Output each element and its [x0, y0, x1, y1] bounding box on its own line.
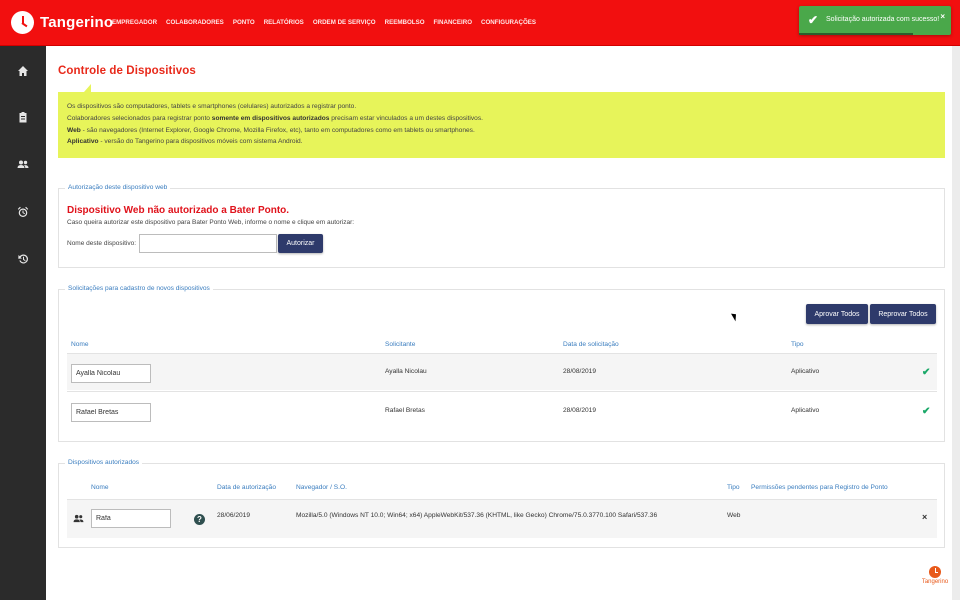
approve-all-button[interactable]: Aprovar Todos: [806, 304, 868, 324]
info-pointer: [84, 84, 91, 92]
nav-ordem-de-servico[interactable]: ORDEM DE SERVIÇO: [313, 19, 376, 26]
col-header-navegador[interactable]: Navegador / S.O.: [296, 484, 347, 491]
request-date: 28/08/2019: [563, 407, 597, 414]
request-date: 28/08/2019: [563, 368, 597, 375]
clock-logo-icon: [11, 11, 34, 34]
page-title: Controle de Dispositivos: [58, 65, 196, 77]
info-line-4: Aplicativo - versão do Tangerino para di…: [67, 136, 936, 148]
device-type: Web: [727, 512, 741, 519]
sidebar: [0, 46, 46, 600]
footer-brand: Tangerino: [921, 579, 949, 585]
col-header-data-autorizacao[interactable]: Data de autorização: [217, 484, 276, 491]
info-line-3: Web - são navegadores (Internet Explorer…: [67, 125, 936, 137]
nav-ponto[interactable]: PONTO: [233, 19, 255, 26]
nav-configuracoes[interactable]: CONFIGURAÇÕES: [481, 19, 536, 26]
authorize-button[interactable]: Autorizar: [278, 234, 323, 253]
info-line-2-bold: somente em dispositivos autorizados: [211, 114, 330, 122]
browser-user-agent: Mozilla/5.0 (Windows NT 10.0; Win64; x64…: [296, 512, 658, 519]
table-row: ? 28/06/2019 Mozilla/5.0 (Windows NT 10.…: [67, 500, 937, 538]
info-box: Os dispositivos são computadores, tablet…: [58, 92, 945, 158]
table-row: Rafael Bretas 28/08/2019 Aplicativo ✔: [67, 392, 937, 428]
info-line-4-text: - versão do Tangerino para dispositivos …: [98, 138, 303, 146]
col-header-permissoes[interactable]: Permissões pendentes para Registro de Po…: [751, 484, 888, 491]
nav-financeiro[interactable]: FINANCEIRO: [434, 19, 473, 26]
col-header-nome[interactable]: Nome: [71, 341, 89, 348]
request-name-input[interactable]: [71, 364, 151, 383]
help-icon[interactable]: ?: [194, 514, 205, 525]
authorized-devices-panel: Dispositivos autorizados Nome Data de au…: [58, 459, 945, 548]
nav-empregador[interactable]: EMPREGADOR: [112, 19, 157, 26]
reject-all-button[interactable]: Reprovar Todos: [870, 304, 936, 324]
info-line-3-text: - são navegadores (Internet Explorer, Go…: [80, 126, 475, 134]
info-line-2-text: Colaboradores selecionados para registra…: [67, 114, 212, 122]
info-line-2-tail: precisam estar vinculados a um destes di…: [329, 114, 483, 122]
info-line-3-bold: Web: [67, 126, 81, 134]
remove-device-icon[interactable]: ×: [922, 512, 927, 522]
success-toast: ✔ Solicitação autorizada com sucesso! ×: [799, 6, 951, 35]
device-requests-panel: Solicitações para cadastro de novos disp…: [58, 285, 945, 442]
authorized-panel-legend: Dispositivos autorizados: [65, 459, 143, 466]
request-type: Aplicativo: [791, 407, 820, 414]
info-line-4-bold: Aplicativo: [67, 138, 99, 146]
scrollbar-track[interactable]: [952, 46, 960, 600]
nav-colaboradores[interactable]: COLABORADORES: [166, 19, 224, 26]
authorize-instructions: Caso queira autorizar este dispositivo p…: [67, 219, 355, 226]
toast-message: Solicitação autorizada com sucesso!: [826, 16, 940, 23]
authorize-panel-legend: Autorização deste dispositivo web: [65, 184, 171, 191]
brand-name: Tangerino: [40, 14, 114, 31]
brand-logo[interactable]: Tangerino: [11, 11, 113, 34]
history-icon[interactable]: [14, 250, 32, 268]
info-line-2: Colaboradores selecionados para registra…: [67, 113, 936, 125]
requests-panel-legend: Solicitações para cadastro de novos disp…: [65, 285, 213, 292]
request-name-input[interactable]: [71, 403, 151, 422]
check-icon: ✔: [808, 13, 819, 27]
request-requester: Ayalla Nicolau: [385, 368, 427, 375]
footer-logo: Tangerino: [920, 566, 950, 585]
nav-relatorios[interactable]: RELATÓRIOS: [264, 19, 304, 26]
device-name-label: Nome deste dispositivo:: [67, 240, 137, 247]
request-type: Aplicativo: [791, 368, 820, 375]
device-name-input[interactable]: [139, 234, 277, 253]
users-icon[interactable]: [14, 155, 32, 173]
unauthorized-warning: Dispositivo Web não autorizado a Bater P…: [67, 205, 290, 216]
request-requester: Rafael Bretas: [385, 407, 425, 414]
main-nav: EMPREGADOR COLABORADORES PONTO RELATÓRIO…: [112, 19, 545, 26]
approve-check-icon[interactable]: ✔: [922, 367, 930, 378]
nav-reembolso[interactable]: REEMBOLSO: [385, 19, 425, 26]
col-header-tipo[interactable]: Tipo: [727, 484, 740, 491]
authorized-device-name-input[interactable]: [91, 509, 171, 528]
approve-check-icon[interactable]: ✔: [922, 406, 930, 417]
col-header-tipo[interactable]: Tipo: [791, 341, 804, 348]
table-row: Ayalla Nicolau 28/08/2019 Aplicativo ✔: [67, 354, 937, 390]
col-header-data-solicitacao[interactable]: Data de solicitação: [563, 341, 619, 348]
users-icon: [73, 514, 84, 525]
alarm-clock-icon[interactable]: [14, 203, 32, 221]
clipboard-icon[interactable]: [14, 108, 32, 126]
authorize-device-panel: Autorização deste dispositivo web Dispos…: [58, 184, 945, 268]
authorization-date: 28/06/2019: [217, 512, 251, 519]
col-header-solicitante[interactable]: Solicitante: [385, 341, 415, 348]
clock-logo-icon: [929, 566, 941, 578]
toast-progress-bar: [799, 33, 913, 35]
col-header-nome[interactable]: Nome: [91, 484, 109, 491]
toast-close-button[interactable]: ×: [940, 12, 945, 21]
info-line-1: Os dispositivos são computadores, tablet…: [67, 103, 357, 110]
home-icon[interactable]: [14, 62, 32, 80]
